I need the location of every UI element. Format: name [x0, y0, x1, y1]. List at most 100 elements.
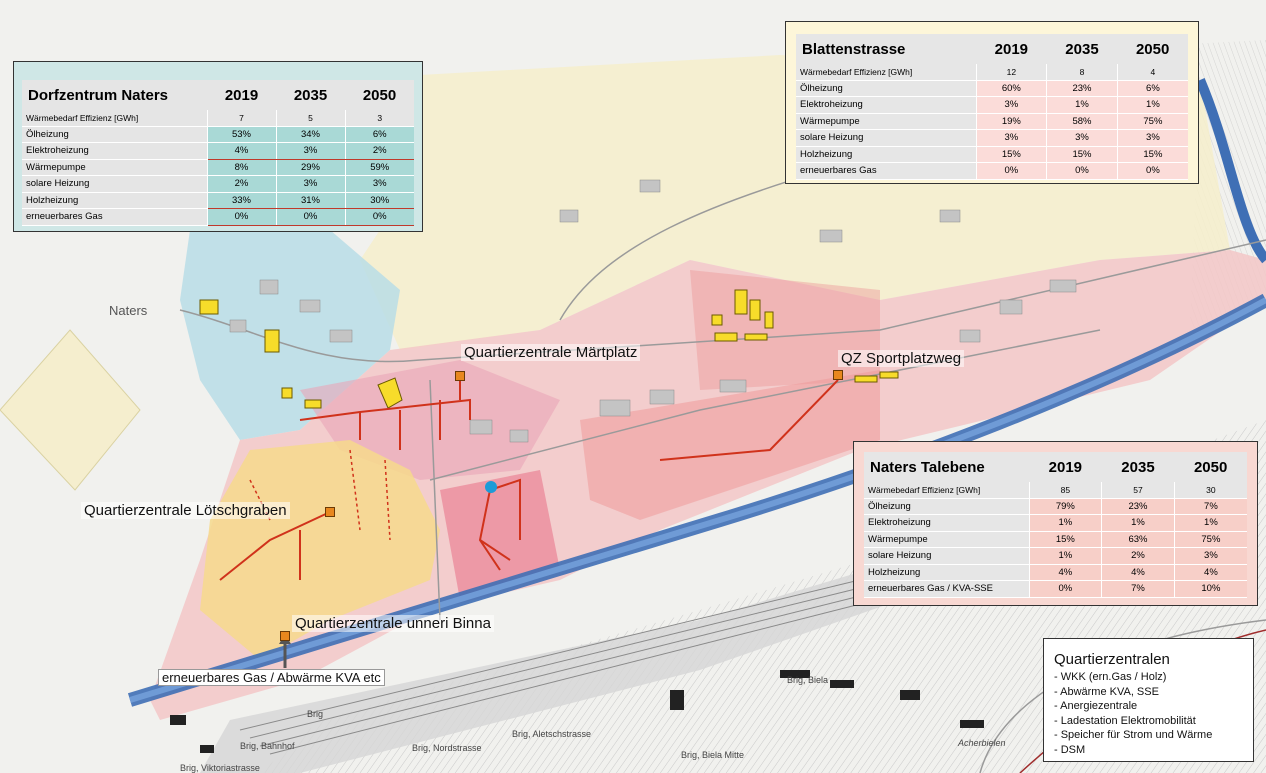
- cell-value: 1%: [1028, 547, 1102, 565]
- table-row: solare Heizung 3% 3% 3%: [796, 129, 1188, 147]
- cell-value: 30: [1173, 482, 1247, 499]
- cell-value: 31%: [275, 192, 345, 209]
- cell-value: 53%: [206, 126, 276, 143]
- panel-title: Blattenstrasse: [802, 40, 906, 58]
- unneri-binna-marker[interactable]: [280, 631, 290, 641]
- row-label: Wärmebedarf Effizienz [GWh]: [22, 110, 207, 127]
- cell-value: 15%: [1046, 146, 1118, 163]
- cell-value: 0%: [1028, 580, 1102, 598]
- cell-value: 4%: [1101, 564, 1175, 581]
- row-label: Ölheizung: [22, 126, 207, 143]
- row-label: Wärmepumpe: [864, 531, 1029, 548]
- cell-value: 7%: [1101, 580, 1175, 598]
- cell-value: 8: [1046, 64, 1118, 81]
- year-header: 2035: [1065, 40, 1099, 58]
- cell-value: 15%: [1028, 531, 1102, 548]
- table-row: Ölheizung 60% 23% 6%: [796, 80, 1188, 97]
- cell-value: 1%: [1173, 514, 1247, 532]
- cell-value: 12: [975, 64, 1047, 81]
- cell-value: 6%: [344, 126, 414, 143]
- cell-value: 2%: [206, 175, 276, 193]
- year-header: 2035: [1121, 458, 1155, 476]
- cell-value: 4%: [1028, 564, 1102, 581]
- label-maertplatz: Quartierzentrale Märtplatz: [461, 344, 641, 361]
- cell-value: 33%: [206, 192, 276, 209]
- row-label: Holzheizung: [22, 192, 207, 209]
- year-header: 2019: [224, 86, 259, 104]
- cell-value: 3%: [975, 129, 1047, 147]
- year-header: 2019: [1048, 458, 1083, 476]
- map-text-brig-biela: Brig, Biela: [787, 675, 829, 685]
- row-label: solare Heizung: [864, 547, 1029, 565]
- panel-talebene: Naters Talebene 2019 2035 2050 Wärmebeda…: [853, 441, 1258, 606]
- cell-value: 29%: [275, 159, 345, 176]
- table-row: Wärmebedarf Effizienz [GWh] 85 57 30: [864, 482, 1247, 499]
- cell-value: 3%: [344, 175, 414, 193]
- cell-value: 0%: [975, 162, 1047, 180]
- cell-value: 58%: [1046, 113, 1118, 130]
- legend-box: Quartierzentralen - WKK (ern.Gas / Holz)…: [1043, 638, 1254, 762]
- cell-value: 2%: [1101, 547, 1175, 565]
- table-row: Wärmepumpe 15% 63% 75%: [864, 531, 1247, 548]
- legend-item: - Anergiezentrale: [1054, 700, 1138, 712]
- cell-value: 6%: [1116, 80, 1188, 97]
- cell-value: 60%: [975, 80, 1047, 97]
- year-header: 2050: [362, 86, 397, 104]
- table-row: erneuerbares Gas / KVA-SSE 0% 7% 10%: [864, 580, 1247, 598]
- row-label: Wärmepumpe: [22, 159, 207, 176]
- table-row: Ölheizung 79% 23% 7%: [864, 498, 1247, 515]
- row-label: Wärmebedarf Effizienz [GWh]: [864, 482, 1029, 499]
- maertplatz-marker[interactable]: [455, 371, 465, 381]
- cell-value: 34%: [275, 126, 345, 143]
- panel-title: Naters Talebene: [870, 458, 985, 476]
- table-row: Wärmebedarf Effizienz [GWh] 12 8 4: [796, 64, 1188, 81]
- cell-value: 4%: [206, 142, 276, 160]
- cell-value: 1%: [1046, 96, 1118, 114]
- table-blattenstrasse: Blattenstrasse 2019 2035 2050 Wärmebedar…: [796, 34, 1188, 180]
- table-row: solare Heizung 1% 2% 3%: [864, 547, 1247, 565]
- cell-value: 15%: [1116, 146, 1188, 163]
- cell-value: 75%: [1173, 531, 1247, 548]
- label-naters: Naters: [109, 303, 148, 318]
- sportplatz-subzone: [690, 270, 880, 390]
- cell-value: 23%: [1046, 80, 1118, 97]
- cell-value: 57: [1101, 482, 1175, 499]
- panel-dorfzentrum: Dorfzentrum Naters 2019 2035 2050 Wärmeb…: [13, 61, 423, 232]
- cell-value: 1%: [1116, 96, 1188, 114]
- blue-point-marker[interactable]: [485, 481, 497, 493]
- map-text-acherbielen: Acherbielen: [958, 738, 1006, 748]
- cell-value: 1%: [1028, 514, 1102, 532]
- table-row: Elektroheizung 3% 1% 1%: [796, 96, 1188, 114]
- sportplatzweg-marker[interactable]: [833, 370, 843, 380]
- row-label: Holzheizung: [796, 146, 976, 163]
- cell-value: 7%: [1173, 498, 1247, 515]
- map-text-brig-bahnhof: Brig, Bahnhof: [240, 741, 295, 751]
- loetschgraben-marker[interactable]: [325, 507, 335, 517]
- cell-value: 79%: [1028, 498, 1102, 515]
- row-label: Elektroheizung: [22, 142, 207, 160]
- row-label: Ölheizung: [796, 80, 976, 97]
- row-label: erneuerbares Gas: [796, 162, 976, 180]
- row-label: erneuerbares Gas / KVA-SSE: [864, 580, 1029, 598]
- cell-value: 3: [344, 110, 414, 127]
- cell-value: 3%: [1116, 129, 1188, 147]
- cell-value: 0%: [1116, 162, 1188, 180]
- label-sportplatzweg: QZ Sportplatzweg: [838, 350, 965, 367]
- legend-item: - WKK (ern.Gas / Holz): [1054, 671, 1167, 683]
- cell-value: 8%: [206, 159, 276, 176]
- row-label: Wärmepumpe: [796, 113, 976, 130]
- panel-blattenstrasse: Blattenstrasse 2019 2035 2050 Wärmebedar…: [785, 21, 1199, 184]
- table-row: erneuerbares Gas 0% 0% 0%: [22, 208, 414, 226]
- map-text-brig: Brig: [307, 709, 324, 719]
- legend-item: - DSM: [1054, 743, 1086, 756]
- row-label: erneuerbares Gas: [22, 208, 207, 226]
- map-text-brig-aletschstrasse: Brig, Aletschstrasse: [512, 729, 592, 739]
- row-label: Ölheizung: [864, 498, 1029, 515]
- table-row: Elektroheizung 1% 1% 1%: [864, 514, 1247, 532]
- legend-item: - Speicher für Strom und Wärme: [1054, 729, 1213, 741]
- cell-value: 1%: [1101, 514, 1175, 532]
- cell-value: 10%: [1173, 580, 1247, 598]
- cell-value: 0%: [275, 208, 345, 226]
- row-label: solare Heizung: [796, 129, 976, 147]
- table-dorfzentrum: Dorfzentrum Naters 2019 2035 2050 Wärmeb…: [22, 80, 414, 226]
